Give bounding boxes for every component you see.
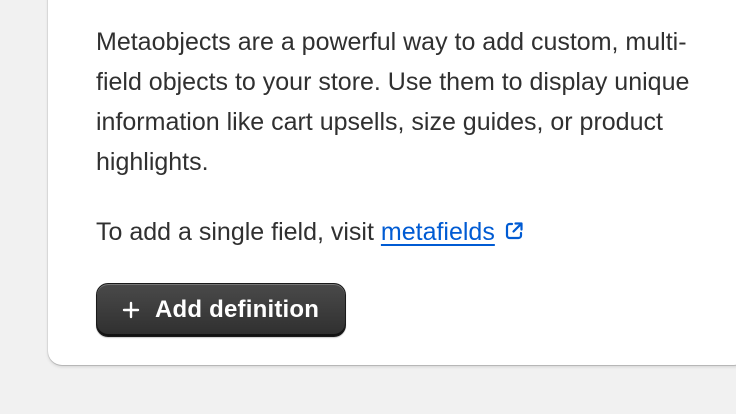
add-definition-button[interactable]: Add definition: [96, 283, 346, 337]
plus-icon: [122, 301, 140, 319]
single-field-prefix: To add a single field, visit: [96, 218, 381, 246]
metafields-link[interactable]: metafields: [381, 218, 495, 246]
external-link-icon[interactable]: [503, 214, 525, 240]
metaobjects-description: Metaobjects are a powerful way to add cu…: [96, 28, 690, 176]
single-field-hint: To add a single field, visit metafields: [96, 212, 525, 252]
add-definition-label: Add definition: [155, 296, 320, 323]
